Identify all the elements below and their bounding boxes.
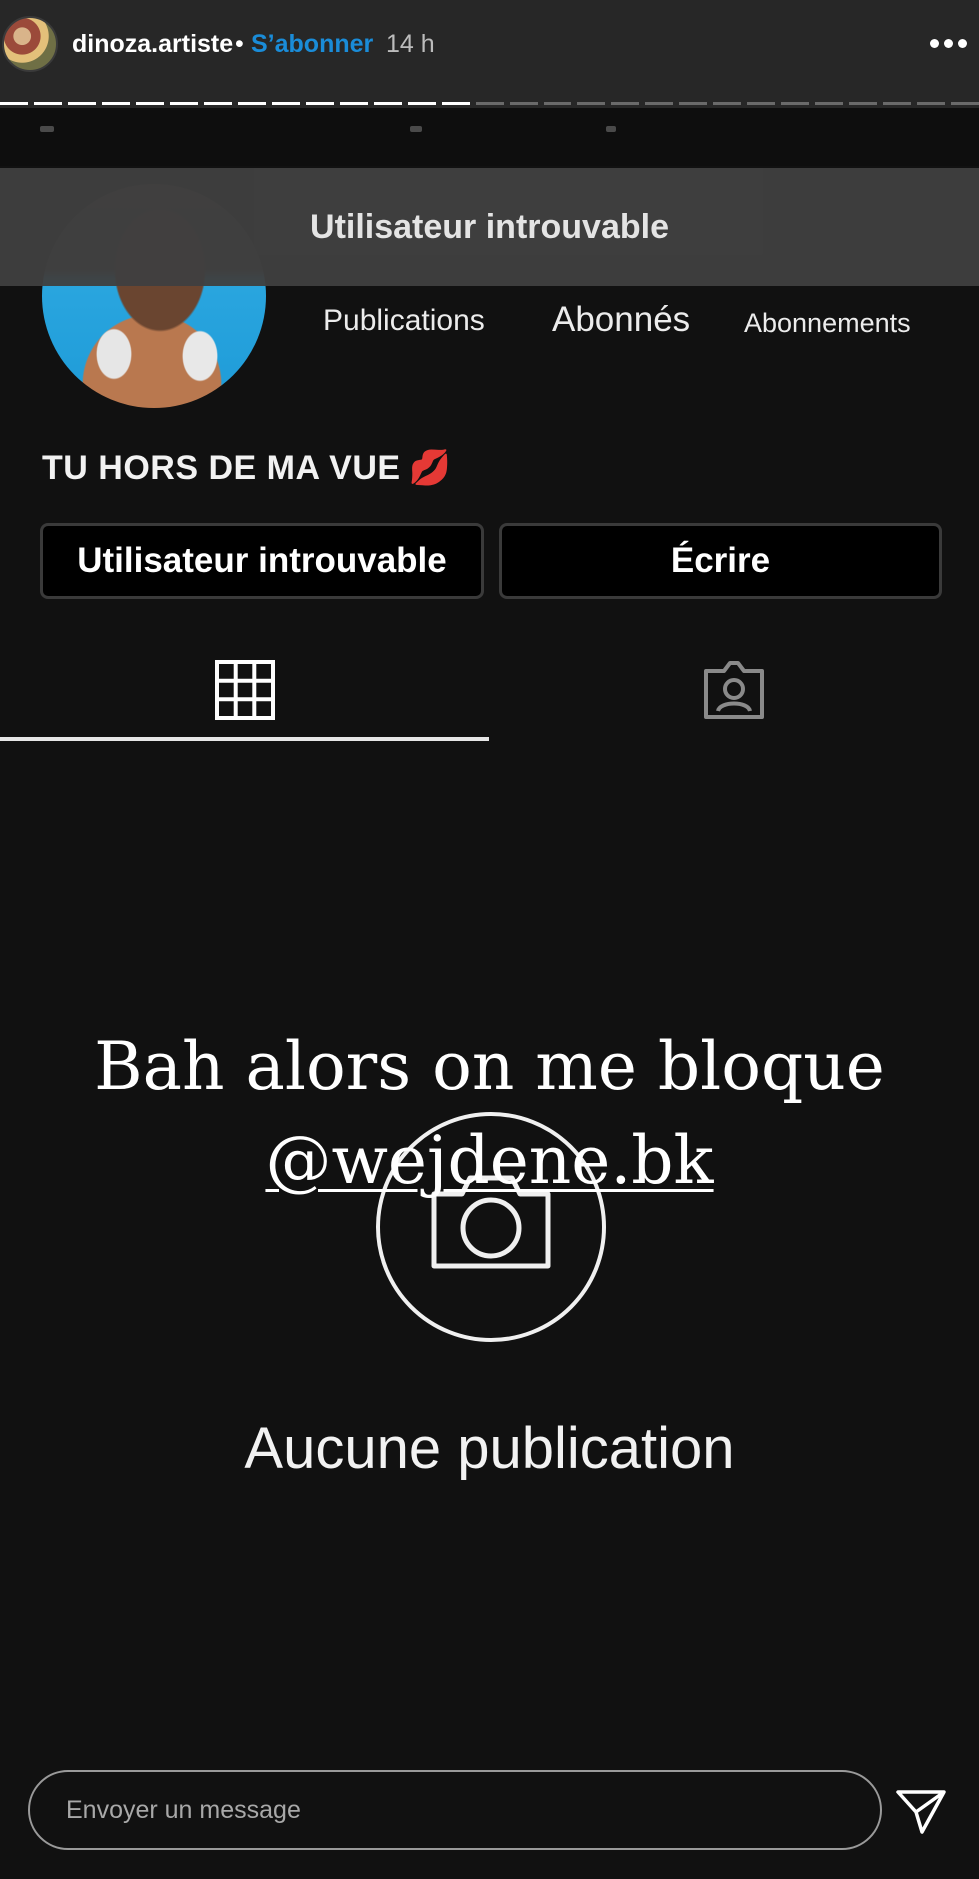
progress-segment <box>237 102 266 105</box>
progress-segment <box>169 102 198 105</box>
tagged-icon <box>704 661 764 719</box>
progress-segment <box>305 102 334 105</box>
separator-dot: • <box>235 30 244 58</box>
follow-button[interactable]: S’abonner <box>251 30 373 59</box>
message-button[interactable]: Écrire <box>499 523 942 599</box>
stat-followers-label: Abonnés <box>552 300 691 339</box>
progress-segment <box>917 102 946 105</box>
progress-segment <box>849 102 878 105</box>
send-icon[interactable] <box>894 1784 948 1838</box>
progress-segment <box>0 102 28 105</box>
story-progress-bar <box>0 102 979 106</box>
progress-segment <box>271 102 300 105</box>
story-author-username[interactable]: dinoza.artiste <box>72 30 233 59</box>
progress-segment <box>611 102 640 105</box>
progress-segment <box>543 102 572 105</box>
progress-segment <box>101 102 130 105</box>
tab-grid[interactable] <box>0 640 489 740</box>
grid-icon <box>214 660 275 720</box>
bio-text: TU HORS DE MA VUE <box>42 449 401 487</box>
mention-link[interactable]: @wejdene.bk <box>0 1114 979 1208</box>
progress-segment <box>373 102 402 105</box>
banner-text: Utilisateur introuvable <box>310 208 669 246</box>
message-input[interactable] <box>28 1770 882 1850</box>
progress-segment <box>203 102 232 105</box>
story-caption: Bah alors on me bloque @wejdene.bk <box>0 1020 979 1208</box>
progress-segment <box>577 102 606 105</box>
no-posts-text: Aucune publication <box>244 1416 735 1481</box>
stat-following-label: Abonnements <box>744 308 911 338</box>
tab-tagged[interactable] <box>489 640 979 740</box>
progress-segment <box>781 102 810 105</box>
active-tab-indicator <box>0 737 489 741</box>
progress-segment <box>815 102 844 105</box>
progress-segment <box>33 102 62 105</box>
progress-segment <box>679 102 708 105</box>
stat-publications-label: Publications <box>323 304 485 337</box>
story-timestamp: 14 h <box>386 30 435 58</box>
progress-segment <box>407 102 436 105</box>
progress-segment <box>645 102 674 105</box>
more-options-icon[interactable] <box>924 26 972 60</box>
progress-segment <box>475 102 504 105</box>
user-not-found-button[interactable]: Utilisateur introuvable <box>40 523 484 599</box>
progress-segment <box>339 102 368 105</box>
progress-segment <box>713 102 742 105</box>
caption-line: Bah alors on me bloque <box>94 1028 885 1105</box>
kiss-mark-icon: 💋 <box>408 449 452 487</box>
progress-segment <box>67 102 96 105</box>
progress-segment <box>509 102 538 105</box>
cropped-text-strip <box>0 108 979 166</box>
progress-segment <box>135 102 164 105</box>
progress-segment <box>951 102 979 105</box>
progress-segment <box>441 102 470 105</box>
story-author-avatar[interactable] <box>2 16 58 72</box>
progress-segment <box>883 102 912 105</box>
user-not-found-banner: Utilisateur introuvable <box>0 168 979 286</box>
profile-bio: TU HORS DE MA VUE 💋 <box>42 448 451 488</box>
progress-segment <box>747 102 776 105</box>
